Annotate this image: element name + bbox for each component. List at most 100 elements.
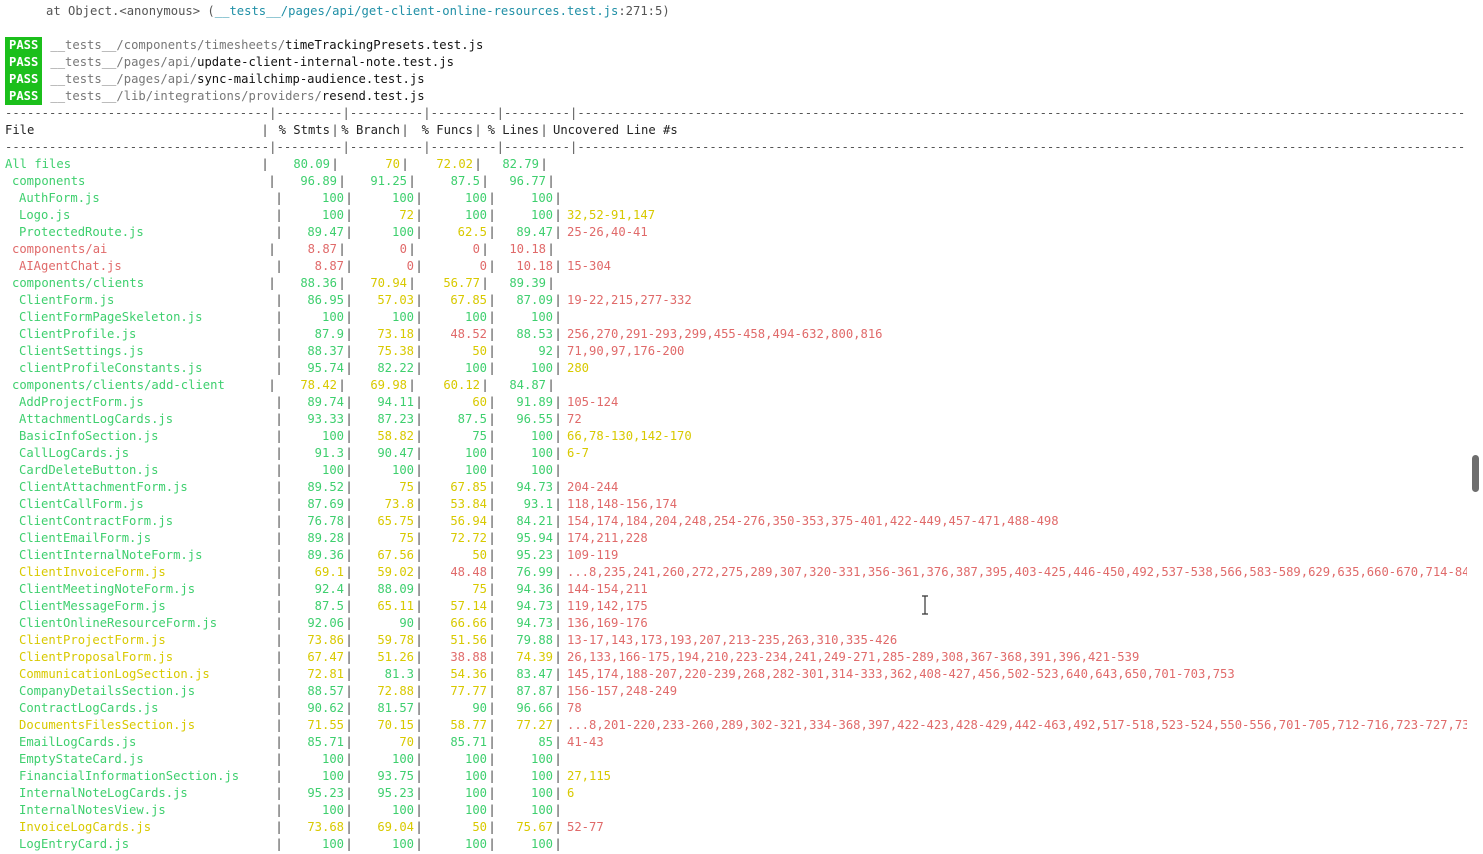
cell-lines: 100 [530, 786, 553, 800]
cell-stmts: 95.74 [307, 361, 344, 375]
cell-lines: 88.53 [516, 327, 553, 341]
cell-lines: 95.23 [516, 548, 553, 562]
cell-file: CallLogCards.js [19, 446, 130, 460]
cell-stmts: 73.68 [307, 820, 344, 834]
cell-branch: 87.23 [377, 412, 414, 426]
cell-lines: 85 [538, 735, 553, 749]
cell-uncovered: 174,211,228 [567, 531, 648, 545]
cell-uncovered: 154,174,184,204,248,254-276,350-353,375-… [567, 514, 1059, 528]
cell-file: CommunicationLogSection.js [19, 667, 210, 681]
stack-prefix: at Object.<anonymous> ( [46, 4, 215, 18]
pass-line: PASS __tests__/pages/api/update-client-in… [5, 54, 1467, 71]
cell-funcs: 75 [472, 429, 487, 443]
cell-branch: 69.98 [370, 378, 407, 392]
cell-file: FinancialInformationSection.js [19, 769, 240, 783]
cell-file: EmptyStateCard.js [19, 752, 144, 766]
table-row: CompanyDetailsSection.js | 88.57 | 72.88 | 77.… [5, 683, 1467, 700]
cell-funcs: 56.94 [450, 514, 487, 528]
cell-uncovered: 105-124 [567, 395, 619, 409]
cell-stmts: 86.95 [307, 293, 344, 307]
cell-file: ClientProposalForm.js [19, 650, 174, 664]
cell-branch: 65.75 [377, 514, 414, 528]
cell-stmts: 87.69 [307, 497, 344, 511]
cell-funcs: 48.52 [450, 327, 487, 341]
cell-lines: 87.09 [516, 293, 553, 307]
cell-lines: 96.55 [516, 412, 553, 426]
cell-funcs: 0 [479, 259, 487, 273]
cell-funcs: 100 [464, 191, 487, 205]
table-row: EmptyStateCard.js | 100 | 100 | 100 | 100 | [5, 751, 1467, 768]
cell-stmts: 100 [321, 191, 344, 205]
cell-branch: 72.88 [377, 684, 414, 698]
cell-funcs: 100 [464, 446, 487, 460]
cell-branch: 70.15 [377, 718, 414, 732]
cell-uncovered: 144-154,211 [567, 582, 648, 596]
table-row: components/ai | 8.87 | 0 | 0 | 10.18 | [5, 241, 1467, 258]
table-row: EmailLogCards.js | 85.71 | 70 | 85.71 | 85 | 41-43 [5, 734, 1467, 751]
cell-uncovered: 25-26,40-41 [567, 225, 648, 239]
cell-uncovered: 145,174,188-207,220-239,268,282-301,314-… [567, 667, 1235, 681]
table-row: CommunicationLogSection.js | 72.81 | 81.3 | 54… [5, 666, 1467, 683]
table-row: Logo.js | 100 | 72 | 100 | 100 | 32,52-91,147 [5, 207, 1467, 224]
cell-stmts: 67.47 [307, 650, 344, 664]
cell-uncovered: 71,90,97,176-200 [567, 344, 685, 358]
table-row: ClientCallForm.js | 87.69 | 73.8 | 53.84 | 93.1 |… [5, 496, 1467, 513]
cell-file: ClientSettings.js [19, 344, 144, 358]
table-row: ClientOnlineResourceForm.js | 92.06 | 90 | 66.… [5, 615, 1467, 632]
test-file: resend.test.js [321, 89, 425, 103]
cell-uncovered: 204-244 [567, 480, 619, 494]
cell-stmts: 89.74 [307, 395, 344, 409]
cell-file: InternalNotesView.js [19, 803, 166, 817]
cell-stmts: 76.78 [307, 514, 344, 528]
cell-branch: 100 [391, 837, 414, 851]
header-uncovered: Uncovered Line #s [553, 123, 678, 137]
cell-funcs: 100 [464, 361, 487, 375]
cell-lines: 100 [530, 429, 553, 443]
table-row: ClientSettings.js | 88.37 | 75.38 | 50 | 92 | 71,9… [5, 343, 1467, 360]
cell-uncovered: 19-22,215,277-332 [567, 293, 692, 307]
cell-branch: 59.78 [377, 633, 414, 647]
test-dir: __tests__/pages/api/ [50, 72, 198, 86]
cell-lines: 87.87 [516, 684, 553, 698]
cell-uncovered: ...8,201-220,233-260,289,302-321,334-368… [567, 718, 1467, 732]
cell-uncovered: 66,78-130,142-170 [567, 429, 692, 443]
cell-branch: 95.23 [377, 786, 414, 800]
scrollbar-thumb[interactable] [1472, 455, 1479, 492]
table-row: ClientInternalNoteForm.js | 89.36 | 67.56 | 50… [5, 547, 1467, 564]
cell-lines: 94.73 [516, 599, 553, 613]
cell-uncovered: 6-7 [567, 446, 590, 460]
table-row: InternalNoteLogCards.js | 95.23 | 95.23 | 100 |… [5, 785, 1467, 802]
cell-uncovered [556, 241, 1467, 258]
cell-branch: 73.8 [384, 497, 414, 511]
cell-lines: 100 [530, 769, 553, 783]
cell-stmts: 100 [321, 837, 344, 851]
table-row: ClientEmailForm.js | 89.28 | 75 | 72.72 | 95.94 |… [5, 530, 1467, 547]
cell-stmts: 100 [321, 463, 344, 477]
cell-stmts: 89.47 [307, 225, 344, 239]
cell-stmts: 92.4 [314, 582, 344, 596]
cell-branch: 100 [391, 225, 414, 239]
cell-lines: 77.27 [516, 718, 553, 732]
cell-file: CardDeleteButton.js [19, 463, 159, 477]
cell-file: ClientForm.js [19, 293, 115, 307]
cell-funcs: 100 [464, 752, 487, 766]
table-row: LogEntryCard.js | 100 | 100 | 100 | 100 | [5, 836, 1467, 853]
cell-stmts: 92.06 [307, 616, 344, 630]
cell-uncovered: 136,169-176 [567, 616, 648, 630]
cell-uncovered [563, 802, 1467, 819]
cell-funcs: 53.84 [450, 497, 487, 511]
stack-path-link[interactable]: __tests__/pages/api/get-client-online-re… [215, 4, 619, 18]
table-row: FinancialInformationSection.js | 100 | 93.75… [5, 768, 1467, 785]
cell-stmts: 88.57 [307, 684, 344, 698]
cell-uncovered [563, 836, 1467, 853]
cell-branch: 70 [385, 157, 400, 171]
cell-file: ContractLogCards.js [19, 701, 159, 715]
table-row: All files | 80.09 | 70 | 72.02 | 82.79 | [5, 156, 1467, 173]
cell-file: InvoiceLogCards.js [19, 820, 152, 834]
cell-branch: 59.02 [377, 565, 414, 579]
cell-uncovered [556, 173, 1467, 190]
table-row: components/clients/add-client | 78.42 | 69.9… [5, 377, 1467, 394]
cell-branch: 82.22 [377, 361, 414, 375]
test-dir: __tests__/components/timesheets/ [50, 38, 286, 52]
cell-funcs: 87.5 [457, 412, 487, 426]
